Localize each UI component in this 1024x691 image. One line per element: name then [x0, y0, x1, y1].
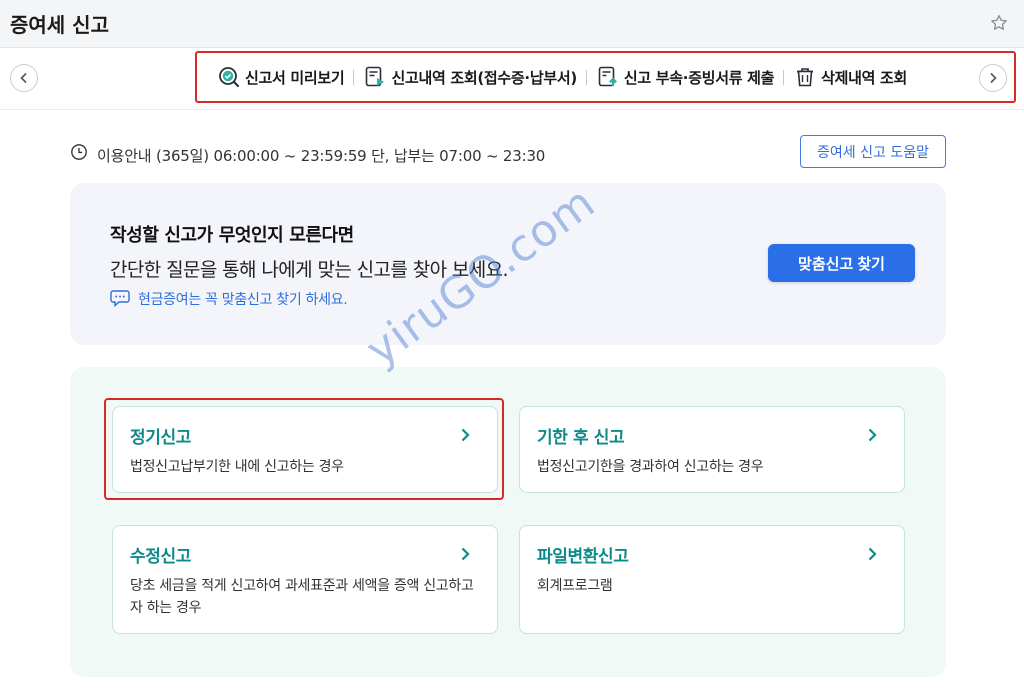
- quick-menu-items: 신고서 미리보기 신고내역 조회(접수증·납부서) 신고 부속·증빙서류 제출: [217, 63, 907, 91]
- card-amended-report[interactable]: 수정신고 당초 세금을 적게 신고하여 과세표준과 세액을 증액 신고하고자 하…: [112, 525, 498, 634]
- star-icon[interactable]: [989, 13, 1009, 33]
- card-file-conversion-report[interactable]: 파일변환신고 회계프로그램: [519, 525, 905, 634]
- card-title: 수정신고: [130, 547, 191, 567]
- chevron-right-icon: [461, 547, 470, 561]
- tool-item-label: 신고 부속·증빙서류 제출: [623, 68, 775, 87]
- quick-menu-bar: 신고서 미리보기 신고내역 조회(접수증·납부서) 신고 부속·증빙서류 제출: [0, 48, 1024, 110]
- chevron-left-icon: [20, 72, 27, 84]
- page-header: 증여세 신고: [0, 0, 1024, 48]
- finder-tip-link[interactable]: 현금증여는 꼭 맞춤신고 찾기 하세요.: [138, 289, 348, 309]
- divider: [783, 69, 785, 85]
- tool-item-label: 신고서 미리보기: [245, 68, 345, 87]
- divider: [585, 69, 587, 85]
- tool-item-deleted[interactable]: 삭제내역 조회: [793, 65, 907, 89]
- search-check-icon: [219, 67, 240, 88]
- card-title: 기한 후 신고: [537, 428, 625, 448]
- chevron-right-icon: [868, 547, 877, 561]
- document-play-icon: [366, 66, 385, 87]
- page-title: 증여세 신고: [10, 13, 109, 37]
- card-description: 당초 세금을 적게 신고하여 과세표준과 세액을 증액 신고하고자 하는 경우: [130, 578, 474, 616]
- tool-item-submit[interactable]: 신고 부속·증빙서류 제출: [596, 65, 774, 89]
- card-description: 법정신고기한을 경과하여 신고하는 경우: [537, 459, 764, 475]
- tool-item-label: 신고내역 조회(접수증·납부서): [391, 68, 577, 87]
- finder-title: 작성할 신고가 무엇인지 모른다면: [110, 225, 354, 246]
- card-title: 파일변환신고: [537, 547, 629, 567]
- chat-bubble-icon: [110, 290, 130, 307]
- trash-icon: [797, 68, 814, 87]
- card-highlight-box: [104, 398, 504, 500]
- find-custom-report-button[interactable]: 맞춤신고 찾기: [768, 244, 915, 282]
- divider: [353, 69, 355, 85]
- chevron-right-icon: [868, 428, 877, 442]
- document-upload-icon: [598, 66, 617, 87]
- clock-icon: [71, 144, 87, 160]
- tool-item-label: 삭제내역 조회: [821, 68, 908, 87]
- card-late-report[interactable]: 기한 후 신고 법정신고기한을 경과하여 신고하는 경우: [519, 406, 905, 493]
- prev-button[interactable]: [10, 64, 38, 92]
- tool-item-preview[interactable]: 신고서 미리보기: [217, 65, 345, 89]
- tool-item-history[interactable]: 신고내역 조회(접수증·납부서): [363, 65, 577, 89]
- chevron-right-icon: [990, 72, 997, 84]
- service-hours-text: 이용안내 (365일) 06:00:00 ~ 23:59:59 단, 납부는 0…: [97, 147, 546, 165]
- card-description: 회계프로그램: [537, 578, 613, 594]
- help-button[interactable]: 증여세 신고 도움말: [800, 135, 946, 168]
- next-button[interactable]: [979, 64, 1007, 92]
